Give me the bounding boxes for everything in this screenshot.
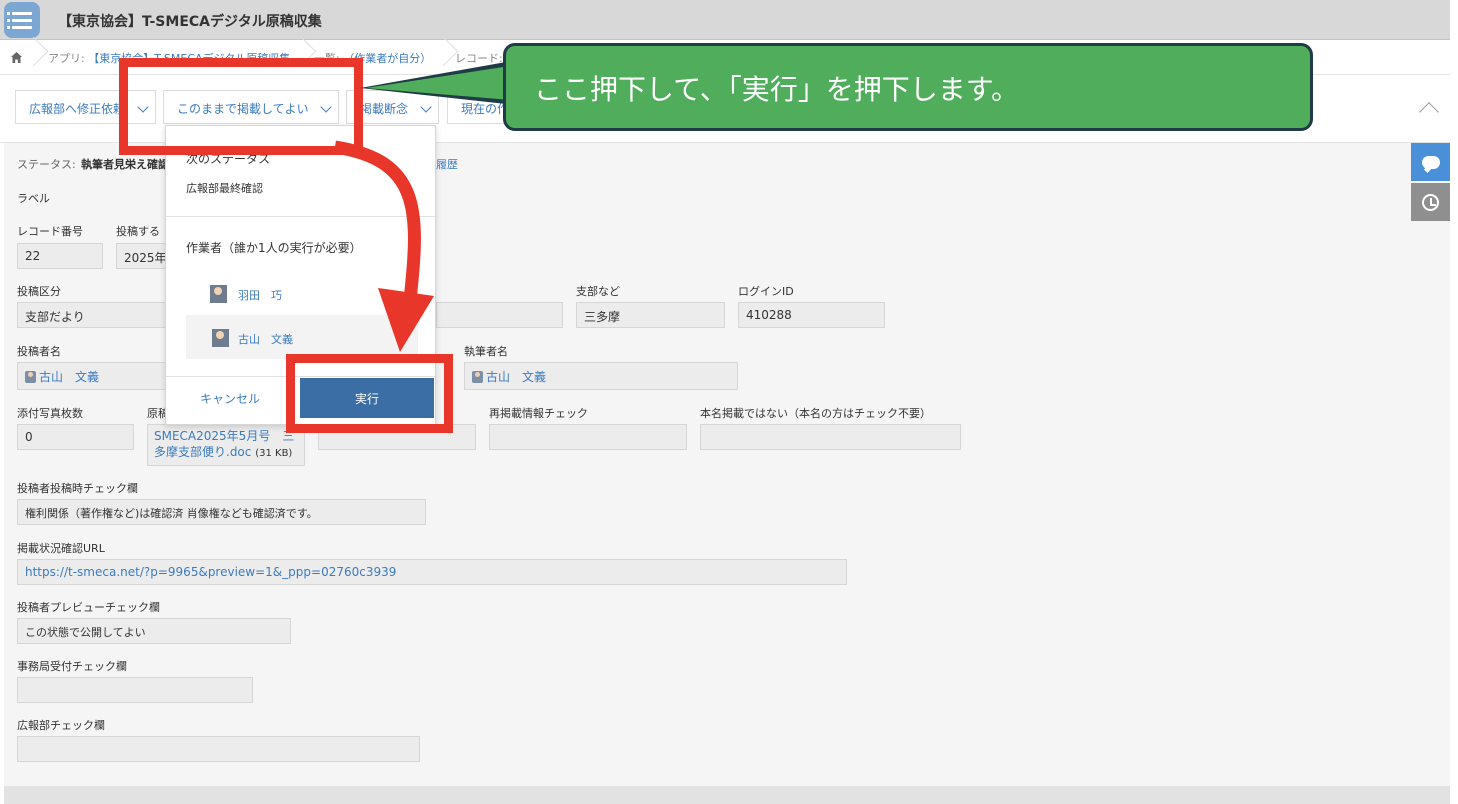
arrow-head: [378, 288, 434, 352]
instruction-callout: ここ押下して、「実行」を押下します。: [503, 43, 1313, 131]
arrow-shaft: [334, 140, 421, 301]
